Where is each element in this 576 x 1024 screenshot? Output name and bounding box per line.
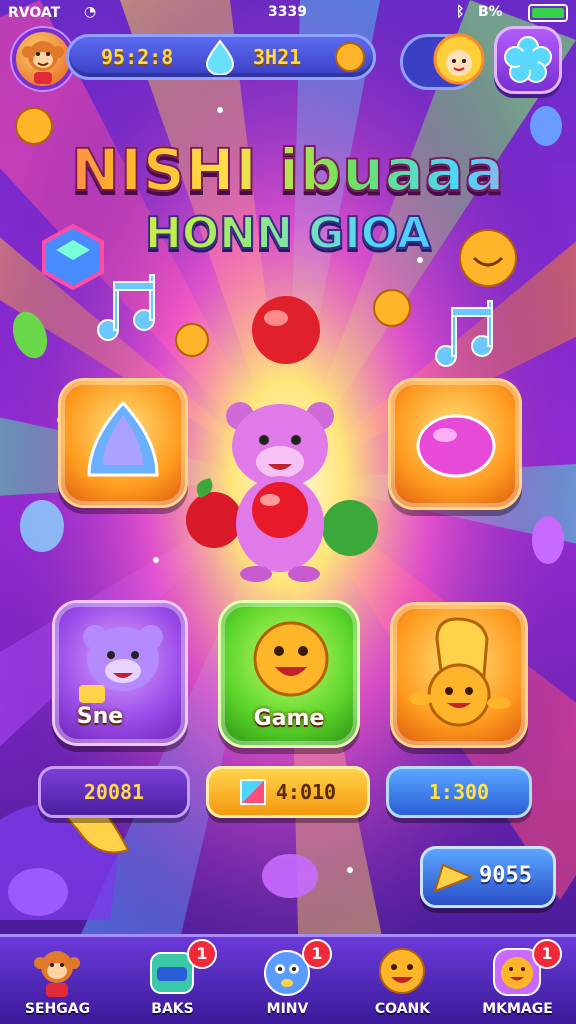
stat-right-counter[interactable]: 1:300	[386, 766, 532, 818]
battery-percent: B%	[478, 4, 503, 20]
settings-button[interactable]	[494, 26, 562, 94]
level-tile-game[interactable]: Game	[218, 600, 360, 748]
bluetooth-icon: ᛒ	[456, 4, 465, 20]
smiley-blob-icon	[253, 621, 329, 697]
nav-item-4[interactable]: COANK	[345, 937, 460, 1024]
bottom-nav: SEHGAG 1 BAKS 1 MINV COANK 1 MKMAGE	[0, 934, 576, 1024]
game-title: NISHI ibuaaa	[0, 135, 576, 205]
purple-bear-icon	[79, 625, 163, 703]
nav-item-5[interactable]: 1 MKMAGE	[460, 937, 575, 1024]
signal-carrier: RVOAT	[8, 5, 61, 21]
gem-cube-icon	[42, 223, 104, 291]
cone-character-icon	[409, 617, 511, 727]
flag-icon	[239, 779, 266, 805]
crystal-gem-icon	[87, 400, 159, 477]
stat-left-value: 20081	[83, 780, 145, 804]
wifi-icon: ◔	[84, 4, 97, 20]
girl-avatar-icon	[433, 33, 485, 85]
pink-candy-icon	[416, 414, 496, 478]
nav-label: SEHGAG	[24, 1001, 91, 1017]
battery-icon	[528, 4, 568, 22]
player-avatar-button[interactable]	[12, 28, 74, 90]
currency-right-value: 3H21	[253, 45, 302, 69]
nav-label: MKMAGE	[482, 1001, 553, 1017]
level-tile-crystal[interactable]	[58, 378, 188, 508]
currency-bar[interactable]: 95:2:8 3H21	[66, 34, 376, 80]
status-bar: RVOAT ◔ 3339 ᛒ B%	[0, 0, 576, 28]
level-tile-label: Game	[253, 706, 325, 731]
bonus-value: 9055	[479, 863, 532, 888]
stat-left-counter[interactable]: 20081	[38, 766, 190, 818]
flower-gear-icon	[504, 36, 552, 83]
nav-badge: 1	[302, 939, 332, 969]
level-tile-sne[interactable]: Sne	[52, 600, 188, 746]
nav-item-3[interactable]: 1 MINV	[230, 937, 345, 1024]
monkey-avatar-icon	[22, 41, 64, 84]
smiley-coin-icon	[335, 42, 365, 72]
nav-item-2[interactable]: 1 BAKS	[115, 937, 230, 1024]
monkey-nav-icon	[34, 951, 80, 997]
bear-mascot-icon	[186, 402, 378, 582]
cheese-wedge-icon	[433, 863, 473, 893]
stat-right-value: 1:300	[428, 780, 490, 804]
nav-badge: 1	[532, 939, 562, 969]
nav-item-1[interactable]: SEHGAG	[0, 937, 115, 1024]
level-tile-candy[interactable]	[388, 378, 522, 510]
status-time: 3339	[268, 4, 307, 20]
currency-left-value: 95:2:8	[101, 45, 174, 69]
crystal-drop-icon	[205, 39, 235, 75]
friend-avatar-button[interactable]	[400, 33, 485, 90]
level-tile-cone[interactable]	[390, 602, 528, 748]
nav-label: BAKS	[151, 1001, 194, 1017]
nav-label: MINV	[266, 1001, 309, 1017]
bonus-button[interactable]: 9055	[420, 846, 556, 908]
stat-center-value: 4:010	[275, 780, 337, 804]
level-tile-label: Sne	[76, 704, 124, 729]
nav-badge: 1	[187, 939, 217, 969]
stat-center-counter[interactable]: 4:010	[206, 766, 370, 818]
nav-label: COANK	[374, 1001, 431, 1017]
smiley-nav-icon	[379, 948, 425, 994]
